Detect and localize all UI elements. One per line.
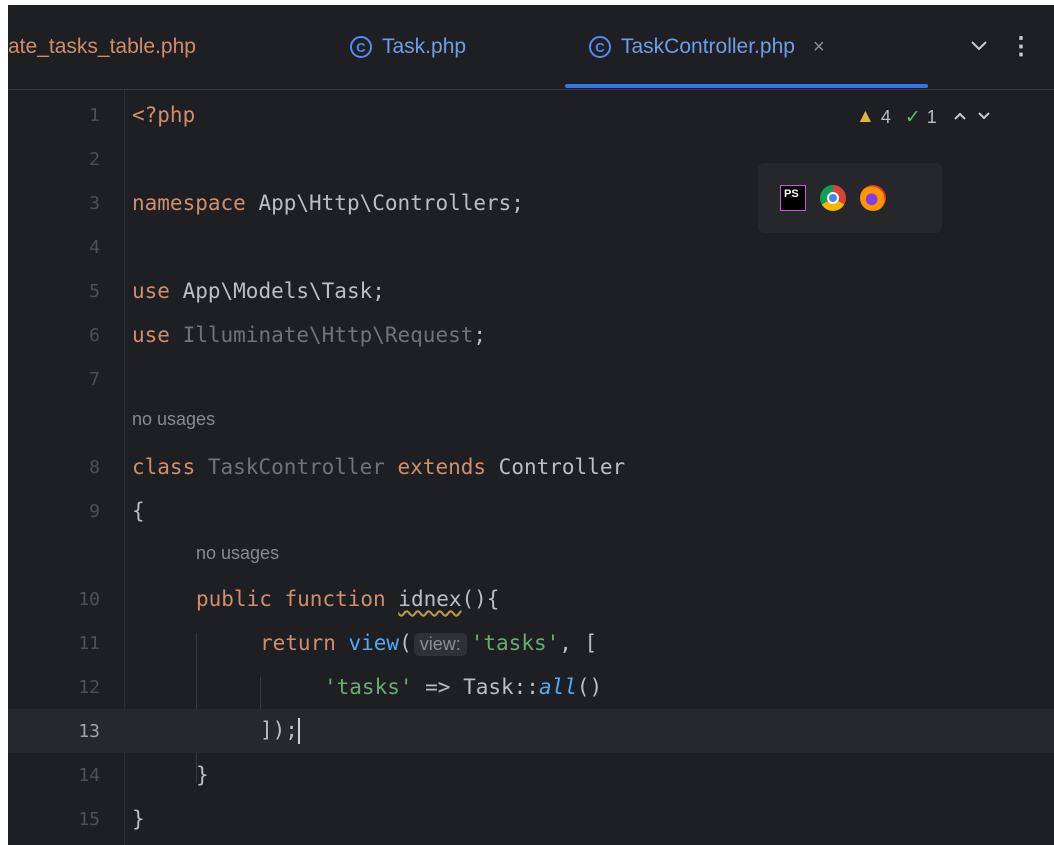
close-brace: }: [196, 763, 209, 787]
namespace-statement: namespace App\Http\Controllers;: [132, 191, 524, 215]
close-brace: }: [132, 807, 145, 831]
warning-icon: ▲: [856, 106, 875, 127]
code-line-8[interactable]: 8 class TaskController extends Controlle…: [8, 445, 1054, 489]
code-line-9[interactable]: 9 {: [8, 489, 1054, 533]
line-number: 15: [78, 808, 100, 830]
chevron-down-icon[interactable]: [977, 108, 991, 126]
inlay-hint-row: no usages: [8, 533, 1054, 573]
typo-check-icon: ✓: [904, 106, 921, 128]
line-number: 5: [89, 280, 100, 302]
code-line-5[interactable]: 5 use App\Models\Task;: [8, 269, 1054, 313]
parameter-hint: view:: [413, 632, 467, 656]
tab-task[interactable]: C Task.php: [350, 5, 466, 89]
phpstorm-icon[interactable]: PS: [780, 185, 806, 211]
more-options-icon[interactable]: ⋮: [1006, 29, 1036, 63]
array-entry: 'tasks' => Task::all(): [324, 675, 603, 699]
line-number: 2: [89, 148, 100, 170]
active-tab-indicator: [565, 84, 928, 88]
line-number: 10: [78, 588, 100, 610]
return-statement: return view(view:'tasks', [: [260, 630, 598, 656]
use-statement: use App\Models\Task;: [132, 279, 385, 303]
closing-statement: ]);: [260, 718, 300, 744]
line-number: 11: [78, 632, 100, 654]
unused-use-statement: use Illuminate\Http\Request;: [132, 323, 487, 347]
browser-popup: PS: [758, 163, 942, 233]
code-line-14[interactable]: 14 }: [8, 753, 1054, 797]
typo-count: 1: [926, 106, 937, 127]
line-number: 13: [78, 720, 100, 742]
line-number: 12: [78, 676, 100, 698]
chrome-icon[interactable]: [820, 185, 846, 211]
tab-label: Task.php: [382, 35, 467, 58]
code-line-12[interactable]: 12 'tasks' => Task::all(): [8, 665, 1054, 709]
class-icon: C: [350, 36, 372, 58]
code-line-10[interactable]: 10 public function idnex(){: [8, 577, 1054, 621]
text-caret: [297, 718, 300, 744]
usages-hint[interactable]: no usages: [132, 409, 215, 430]
line-number: 3: [89, 192, 100, 214]
class-declaration: class TaskController extends Controller: [132, 455, 626, 479]
line-number: 9: [89, 500, 100, 522]
line-number: 7: [89, 368, 100, 390]
php-open-tag: <?php: [132, 103, 196, 127]
line-number: 8: [89, 456, 100, 478]
tab-label: ate_tasks_table.php: [8, 35, 196, 58]
line-number: 1: [89, 104, 100, 126]
code-line-7[interactable]: 7: [8, 357, 1054, 401]
close-icon[interactable]: ×: [813, 36, 825, 59]
editor-window: ate_tasks_table.php C Task.php C TaskCon…: [8, 5, 1054, 845]
line-number: 14: [78, 764, 100, 786]
open-brace: {: [132, 499, 145, 523]
tab-bar: ate_tasks_table.php C Task.php C TaskCon…: [8, 5, 1054, 90]
warning-count: 4: [880, 106, 891, 127]
tab-create-tasks-table[interactable]: ate_tasks_table.php: [8, 5, 196, 89]
class-icon: C: [589, 36, 611, 58]
method-declaration: public function idnex(){: [196, 587, 500, 611]
code-line-6[interactable]: 6 use Illuminate\Http\Request;: [8, 313, 1054, 357]
chevron-up-icon[interactable]: [953, 108, 967, 126]
line-number: 4: [89, 236, 100, 258]
tab-task-controller[interactable]: C TaskController.php ×: [589, 5, 825, 89]
line-number: 6: [89, 324, 100, 346]
inspections-widget[interactable]: ▲ 4 ✓ 1: [856, 101, 991, 133]
code-line-11[interactable]: 11 return view(view:'tasks', [: [8, 621, 1054, 665]
tab-label: TaskController.php: [621, 35, 795, 58]
firefox-icon[interactable]: [860, 185, 886, 211]
usages-hint[interactable]: no usages: [196, 543, 279, 564]
code-line-15[interactable]: 15 }: [8, 797, 1054, 841]
code-line-13[interactable]: 13 ]);: [8, 709, 1054, 753]
inlay-hint-row: no usages: [8, 399, 1054, 439]
chevron-down-icon[interactable]: [963, 29, 995, 63]
